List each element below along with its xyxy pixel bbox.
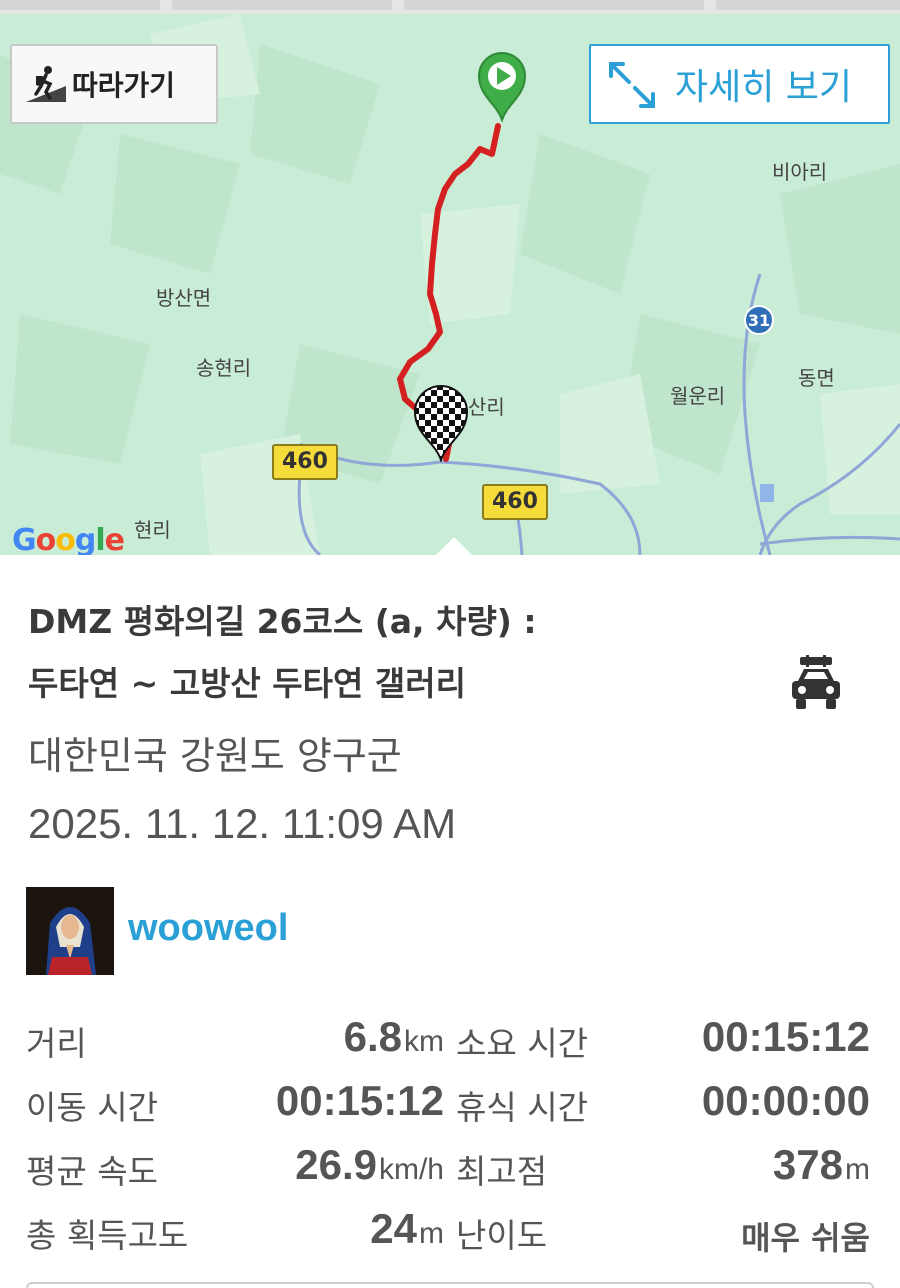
place-label: 동면 [798,366,835,390]
car-icon [792,655,840,709]
place-label: 비아리 [772,160,828,184]
place-label: 송현리 [196,356,252,380]
distance-label: 거리 [26,1024,87,1063]
road-number-sign: 460 [482,484,548,520]
total-gain-value: 24m [370,1205,444,1252]
route-number-marker: 31 [744,305,774,335]
follow-button-label: 따라가기 [72,69,176,102]
google-logo: Google [12,523,125,555]
difficulty-label: 난이도 [456,1216,548,1255]
follow-button[interactable]: 따라가기 [10,44,218,124]
place-label: 현리 [134,518,171,542]
moving-time-value: 00:15:12 [275,1077,444,1124]
place-label: 월운리 [670,384,726,408]
hiker-icon [26,66,66,102]
finish-pin-icon [413,385,469,462]
course-info-panel: DMZ 평화의길 26코스 (a, 차량) : 두타연 ~ 고방산 두타연 갤러… [0,555,900,1288]
max-altitude-label: 최고점 [456,1152,548,1191]
road-number-sign: 460 [272,444,338,480]
route-map[interactable]: 따라가기 자세히 보기 비아리 방산면 송현리 산리 월운리 동면 현리 460… [0,14,900,555]
next-card-edge [26,1282,874,1288]
difficulty-value: 매우 쉬움 [741,1219,870,1257]
course-title-line2: 두타연 ~ 고방산 두타연 갤러리 [28,664,466,703]
total-gain-label: 총 획득고도 [26,1216,189,1255]
username-link[interactable]: wooweol [128,907,288,950]
course-location: 대한민국 강원도 양구군 [28,734,402,778]
view-details-button[interactable]: 자세히 보기 [589,44,890,124]
duration-label: 소요 시간 [456,1024,588,1063]
top-status-strip [0,0,900,14]
distance-value: 6.8km [343,1013,444,1060]
avg-speed-label: 평균 속도 [26,1152,158,1191]
course-datetime: 2025. 11. 12. 11:09 AM [28,800,457,847]
start-pin-icon [477,52,527,122]
view-details-label: 자세히 보기 [675,67,853,108]
place-label: 산리 [468,395,505,419]
avatar[interactable] [26,887,114,975]
rest-time-value: 00:00:00 [701,1077,870,1124]
expand-arrows-icon [609,62,655,108]
avg-speed-value: 26.9km/h [295,1141,444,1188]
panel-pointer [436,537,472,555]
avatar-image [26,887,114,975]
moving-time-label: 이동 시간 [26,1088,158,1127]
rest-time-label: 휴식 시간 [456,1088,588,1127]
duration-value: 00:15:12 [701,1013,870,1060]
max-altitude-value: 378m [772,1141,870,1188]
course-title-line1: DMZ 평화의길 26코스 (a, 차량) : [28,602,537,641]
place-label: 방산면 [156,286,212,310]
